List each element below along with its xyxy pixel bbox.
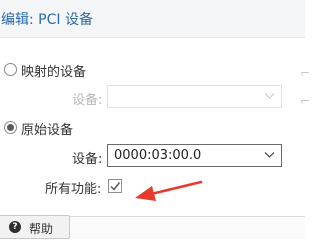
annotation-arrow-icon bbox=[135, 180, 203, 201]
help-button-label: 帮助 bbox=[29, 222, 54, 236]
help-button[interactable]: ? 帮助 bbox=[0, 215, 70, 239]
question-icon: ? bbox=[9, 221, 21, 233]
